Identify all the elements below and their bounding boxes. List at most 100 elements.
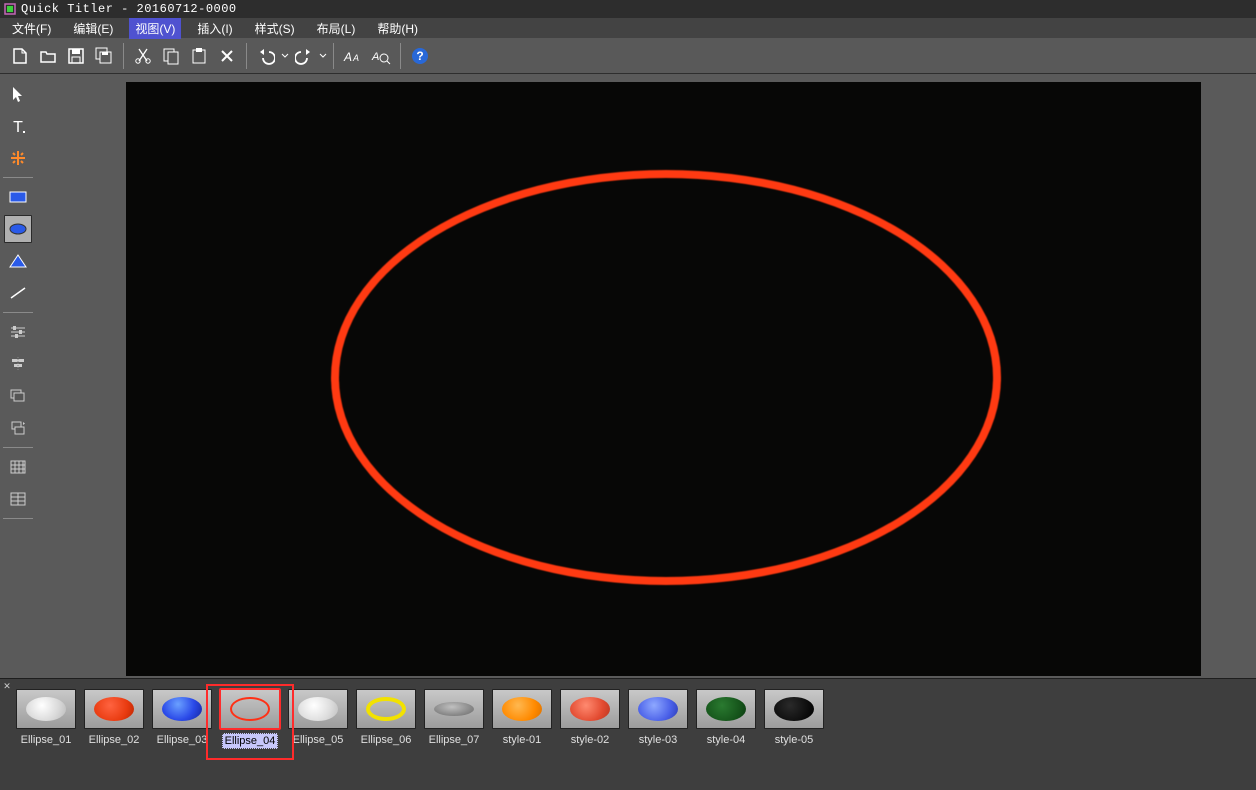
style-panel: ✕ Ellipse_01Ellipse_02Ellipse_03Ellipse_… — [0, 678, 1256, 790]
style-item-style-03[interactable]: style-03 — [626, 689, 690, 749]
undo-button[interactable] — [252, 43, 290, 69]
style-item-Ellipse_04[interactable]: Ellipse_04 — [218, 689, 282, 749]
style-thumbnail — [16, 689, 76, 729]
ellipse-icon — [570, 697, 610, 721]
ellipse-icon — [706, 697, 746, 721]
sliders-tool[interactable] — [4, 318, 32, 346]
grid-tool[interactable] — [4, 453, 32, 481]
tool-palette: T — [0, 74, 36, 678]
title-bar: Quick Titler - 20160712-0000 — [0, 0, 1256, 18]
copy-button[interactable] — [158, 43, 184, 69]
style-thumbnail — [560, 689, 620, 729]
canvas[interactable] — [126, 82, 1201, 676]
palette-separator — [3, 312, 33, 313]
select-tool[interactable] — [4, 80, 32, 108]
help-button[interactable]: ? — [407, 43, 433, 69]
style-item-Ellipse_05[interactable]: Ellipse_05 — [286, 689, 350, 749]
style-label: Ellipse_03 — [155, 733, 210, 747]
style-items: Ellipse_01 Ellipse_02 Ellipse_03 Ellipse_04… — [0, 679, 1256, 749]
style-item-Ellipse_07[interactable]: Ellipse_07 — [422, 689, 486, 749]
ellipse-icon — [434, 702, 474, 716]
ellipse-icon — [366, 697, 406, 721]
menu-edit[interactable]: 编辑(E) — [67, 18, 119, 39]
style-thumbnail — [492, 689, 552, 729]
svg-text:T: T — [13, 119, 23, 135]
style-item-style-04[interactable]: style-04 — [694, 689, 758, 749]
ellipse-icon — [94, 697, 134, 721]
style-label: style-03 — [637, 733, 680, 747]
style-label: style-04 — [705, 733, 748, 747]
menu-help[interactable]: 帮助(H) — [371, 18, 424, 39]
style-thumbnail — [424, 689, 484, 729]
save-button[interactable] — [63, 43, 89, 69]
ellipse-icon — [26, 697, 66, 721]
style-thumbnail — [220, 689, 280, 729]
style-thumbnail — [356, 689, 416, 729]
menu-bar: 文件(F) 编辑(E) 视图(V) 插入(I) 样式(S) 布局(L) 帮助(H… — [0, 18, 1256, 38]
menu-view[interactable]: 视图(V) — [129, 18, 181, 39]
ellipse-icon — [298, 697, 338, 721]
cut-button[interactable] — [130, 43, 156, 69]
ellipse-icon — [774, 697, 814, 721]
menu-insert[interactable]: 插入(I) — [191, 18, 238, 39]
style-item-Ellipse_02[interactable]: Ellipse_02 — [82, 689, 146, 749]
svg-text:A: A — [343, 50, 352, 64]
workspace: T — [0, 74, 1256, 678]
toolbar-separator — [333, 43, 334, 69]
style-thumbnail — [152, 689, 212, 729]
toolbar-separator — [123, 43, 124, 69]
toolbar-separator — [400, 43, 401, 69]
style-label: Ellipse_07 — [427, 733, 482, 747]
ellipse-shape[interactable] — [331, 170, 1001, 585]
redo-button[interactable] — [290, 43, 328, 69]
style-item-style-05[interactable]: style-05 — [762, 689, 826, 749]
menu-file[interactable]: 文件(F) — [6, 18, 57, 39]
ellipse-icon — [162, 697, 202, 721]
menu-layout[interactable]: 布局(L) — [311, 18, 362, 39]
save-as-button[interactable] — [91, 43, 117, 69]
canvas-area — [36, 74, 1256, 678]
style-label: Ellipse_02 — [87, 733, 142, 747]
new-button[interactable] — [7, 43, 33, 69]
style-label: Ellipse_01 — [19, 733, 74, 747]
app-title: Quick Titler - 20160712-0000 — [21, 2, 237, 16]
font-style-button[interactable]: AA — [340, 43, 366, 69]
style-label: Ellipse_05 — [291, 733, 346, 747]
style-item-Ellipse_06[interactable]: Ellipse_06 — [354, 689, 418, 749]
delete-button[interactable] — [214, 43, 240, 69]
style-item-style-01[interactable]: style-01 — [490, 689, 554, 749]
triangle-tool[interactable] — [4, 247, 32, 275]
ellipse-icon — [502, 697, 542, 721]
style-item-Ellipse_03[interactable]: Ellipse_03 — [150, 689, 214, 749]
svg-text:A: A — [352, 53, 359, 63]
style-item-style-02[interactable]: style-02 — [558, 689, 622, 749]
style-thumbnail — [764, 689, 824, 729]
style-label: style-01 — [501, 733, 544, 747]
rect-tool[interactable] — [4, 183, 32, 211]
copy-down-tool[interactable] — [4, 414, 32, 442]
style-label: style-02 — [569, 733, 612, 747]
palette-separator — [3, 518, 33, 519]
style-label: Ellipse_04 — [222, 733, 279, 749]
chevron-down-icon[interactable] — [318, 43, 328, 69]
style-thumbnail — [696, 689, 756, 729]
toolbar-separator — [246, 43, 247, 69]
app-icon — [4, 3, 16, 15]
table-tool[interactable] — [4, 485, 32, 513]
close-icon[interactable]: ✕ — [2, 681, 12, 691]
line-tool[interactable] — [4, 279, 32, 307]
open-button[interactable] — [35, 43, 61, 69]
align-center-tool[interactable] — [4, 350, 32, 378]
style-thumbnail — [84, 689, 144, 729]
palette-separator — [3, 177, 33, 178]
paste-button[interactable] — [186, 43, 212, 69]
text-tool[interactable]: T — [4, 112, 32, 140]
chevron-down-icon[interactable] — [280, 43, 290, 69]
stack-tool[interactable] — [4, 382, 32, 410]
svg-text:A: A — [371, 51, 379, 63]
style-item-Ellipse_01[interactable]: Ellipse_01 — [14, 689, 78, 749]
font-search-button[interactable]: A — [368, 43, 394, 69]
ellipse-tool[interactable] — [4, 215, 32, 243]
image-tool[interactable] — [4, 144, 32, 172]
menu-style[interactable]: 样式(S) — [249, 18, 301, 39]
